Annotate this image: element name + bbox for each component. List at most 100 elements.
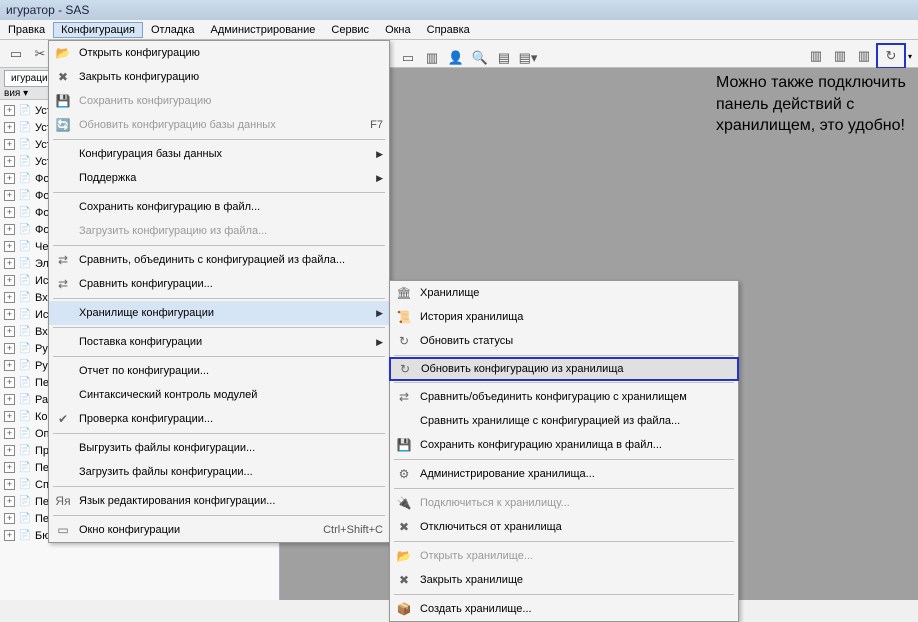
expand-icon[interactable]: + (4, 377, 15, 388)
sidebar-subtab[interactable]: вия ▾ (4, 88, 28, 99)
sidebar-tab[interactable]: игураци (4, 70, 55, 87)
doc-icon: 📄 (18, 427, 32, 441)
tool-c-icon[interactable]: ▥ (854, 46, 874, 66)
menu-item[interactable]: Выгрузить файлы конфигурации... (49, 436, 389, 460)
icon-f[interactable]: ▤▾ (518, 48, 538, 68)
expand-icon[interactable]: + (4, 326, 15, 337)
expand-icon[interactable]: + (4, 530, 15, 541)
menubar-item-1[interactable]: Конфигурация (53, 22, 143, 38)
menu-label: Сохранить конфигурацию (79, 95, 383, 107)
new-icon[interactable]: ▭ (6, 44, 26, 64)
shortcut: F7 (370, 119, 383, 131)
menu-item[interactable]: Загрузить файлы конфигурации... (49, 460, 389, 484)
menubar-item-4[interactable]: Сервис (323, 22, 377, 38)
icon-a[interactable]: ▭ (398, 48, 418, 68)
icon-c[interactable]: 👤 (446, 48, 466, 68)
doc-icon: 📄 (18, 257, 32, 271)
icon-b[interactable]: ▥ (422, 48, 442, 68)
storage-submenu: 🏛Хранилище📜История хранилища↻Обновить ст… (389, 280, 739, 622)
menu-icon: ⚙ (394, 464, 414, 484)
separator (53, 192, 385, 193)
doc-icon: 📄 (18, 529, 32, 543)
expand-icon[interactable]: + (4, 445, 15, 456)
expand-icon[interactable]: + (4, 496, 15, 507)
expand-icon[interactable]: + (4, 411, 15, 422)
menu-icon: Яя (53, 491, 73, 511)
expand-icon[interactable]: + (4, 309, 15, 320)
expand-icon[interactable]: + (4, 241, 15, 252)
menu-item[interactable]: ↻Обновить конфигурацию из хранилища (389, 357, 739, 381)
menu-item[interactable]: ✖Отключиться от хранилища (390, 515, 738, 539)
menu-item[interactable]: Синтаксический контроль модулей (49, 383, 389, 407)
menu-item[interactable]: 💾Сохранить конфигурацию хранилища в файл… (390, 433, 738, 457)
doc-icon: 📄 (18, 444, 32, 458)
menubar-item-3[interactable]: Администрирование (202, 22, 323, 38)
expand-icon[interactable]: + (4, 479, 15, 490)
cut-icon[interactable]: ✂ (30, 44, 50, 64)
menu-label: Синтаксический контроль модулей (79, 389, 383, 401)
menu-label: Создать хранилище... (420, 603, 732, 615)
expand-icon[interactable]: + (4, 343, 15, 354)
menubar-item-5[interactable]: Окна (377, 22, 419, 38)
storage-panel-icon[interactable]: ↻ (881, 46, 901, 66)
expand-icon[interactable]: + (4, 275, 15, 286)
tool-b-icon[interactable]: ▥ (830, 46, 850, 66)
menu-label: Сравнить/объединить конфигурацию с храни… (420, 391, 732, 403)
separator (53, 486, 385, 487)
expand-icon[interactable]: + (4, 224, 15, 235)
menu-item[interactable]: Поставка конфигурации▶ (49, 330, 389, 354)
menu-item[interactable]: 📜История хранилища (390, 305, 738, 329)
window-title: игуратор - SAS (6, 3, 89, 17)
menu-item[interactable]: ⚙Администрирование хранилища... (390, 462, 738, 486)
menu-item[interactable]: ⇄Сравнить/объединить конфигурацию с хран… (390, 385, 738, 409)
menu-item[interactable]: Сохранить конфигурацию в файл... (49, 195, 389, 219)
expand-icon[interactable]: + (4, 292, 15, 303)
icon-e[interactable]: ▤ (494, 48, 514, 68)
menu-icon: 📂 (53, 43, 73, 63)
expand-icon[interactable]: + (4, 190, 15, 201)
menu-item[interactable]: Сравнить хранилище с конфигурацией из фа… (390, 409, 738, 433)
icon-d[interactable]: 🔍 (470, 48, 490, 68)
menu-item[interactable]: ✖Закрыть конфигурацию (49, 65, 389, 89)
expand-icon[interactable]: + (4, 105, 15, 116)
dropdown-arrow-icon[interactable]: ▾ (908, 52, 912, 61)
menu-item[interactable]: Конфигурация базы данных▶ (49, 142, 389, 166)
menu-icon: 🏛 (394, 283, 414, 303)
menubar-item-6[interactable]: Справка (419, 22, 478, 38)
menu-item[interactable]: 📦Создать хранилище... (390, 597, 738, 621)
menu-item[interactable]: Поддержка▶ (49, 166, 389, 190)
expand-icon[interactable]: + (4, 258, 15, 269)
expand-icon[interactable]: + (4, 360, 15, 371)
menubar-item-2[interactable]: Отладка (143, 22, 202, 38)
menu-item[interactable]: Хранилище конфигурации▶ (49, 301, 389, 325)
expand-icon[interactable]: + (4, 122, 15, 133)
expand-icon[interactable]: + (4, 173, 15, 184)
menu-item[interactable]: ▭Окно конфигурацииCtrl+Shift+C (49, 518, 389, 542)
menu-item[interactable]: ЯяЯзык редактирования конфигурации... (49, 489, 389, 513)
menu-item[interactable]: Отчет по конфигурации... (49, 359, 389, 383)
menu-item[interactable]: 📂Открыть конфигурацию (49, 41, 389, 65)
expand-icon[interactable]: + (4, 207, 15, 218)
menu-item[interactable]: ✖Закрыть хранилище (390, 568, 738, 592)
expand-icon[interactable]: + (4, 139, 15, 150)
expand-icon[interactable]: + (4, 428, 15, 439)
doc-icon: 📄 (18, 223, 32, 237)
menu-item[interactable]: ⇄Сравнить, объединить с конфигурацией из… (49, 248, 389, 272)
doc-icon: 📄 (18, 189, 32, 203)
menu-item[interactable]: ✔Проверка конфигурации... (49, 407, 389, 431)
expand-icon[interactable]: + (4, 462, 15, 473)
doc-icon: 📄 (18, 359, 32, 373)
expand-icon[interactable]: + (4, 513, 15, 524)
menu-icon: ▭ (53, 520, 73, 540)
expand-icon[interactable]: + (4, 394, 15, 405)
menubar-item-0[interactable]: Правка (0, 22, 53, 38)
menu-item[interactable]: ⇄Сравнить конфигурации... (49, 272, 389, 296)
menu-label: Сравнить хранилище с конфигурацией из фа… (420, 415, 732, 427)
menu-item[interactable]: 🏛Хранилище (390, 281, 738, 305)
expand-icon[interactable]: + (4, 156, 15, 167)
menu-item: 🔄Обновить конфигурацию базы данныхF7 (49, 113, 389, 137)
tool-a-icon[interactable]: ▥ (806, 46, 826, 66)
submenu-arrow-icon: ▶ (376, 308, 383, 319)
menu-item[interactable]: ↻Обновить статусы (390, 329, 738, 353)
menu-icon (53, 438, 73, 458)
